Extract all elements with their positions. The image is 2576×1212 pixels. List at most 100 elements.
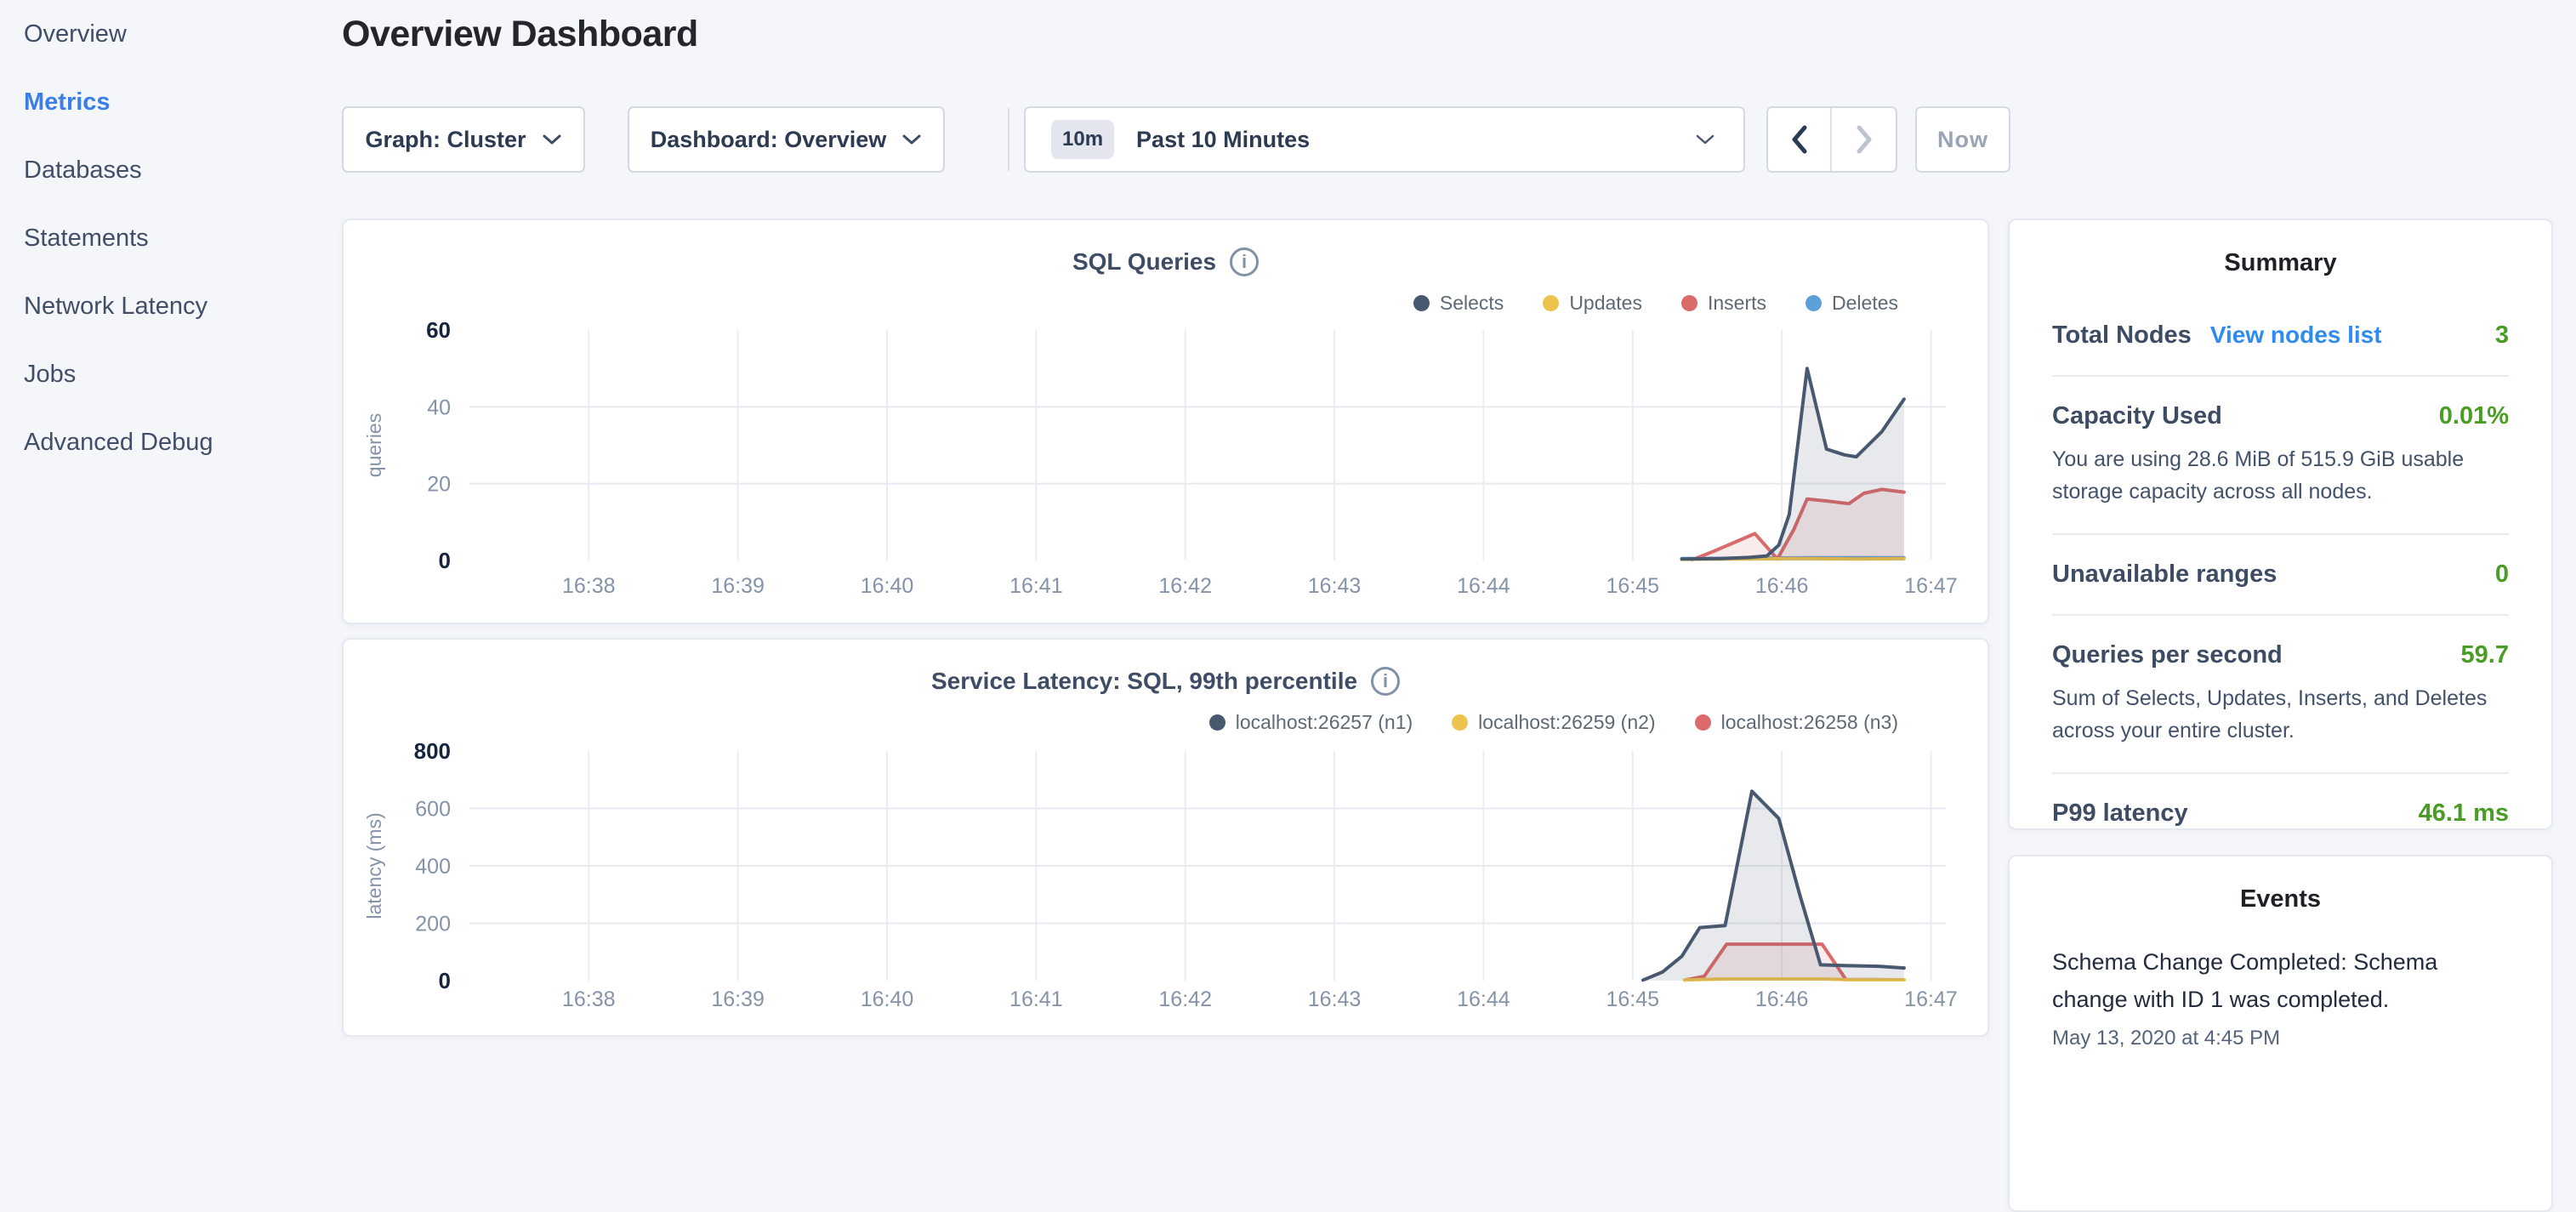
- series-dot: [1805, 295, 1822, 311]
- legend-label: Inserts: [1708, 292, 1766, 315]
- svg-text:16:44: 16:44: [1457, 574, 1510, 598]
- chevron-down-icon: [542, 133, 562, 146]
- sidebar-item-advanced-debug[interactable]: Advanced Debug: [0, 408, 342, 476]
- sidebar-item-databases[interactable]: Databases: [0, 136, 342, 204]
- svg-text:40: 40: [427, 395, 451, 419]
- sidebar-item-metrics[interactable]: Metrics: [0, 68, 342, 136]
- dashboard-dropdown[interactable]: Dashboard: Overview: [628, 106, 945, 173]
- svg-text:16:45: 16:45: [1606, 987, 1659, 1011]
- view-nodes-list-link[interactable]: View nodes list: [2210, 321, 2382, 349]
- svg-text:queries: queries: [363, 413, 385, 477]
- summary-description: Sum of Selects, Updates, Inserts, and De…: [2052, 683, 2509, 747]
- svg-text:16:41: 16:41: [1009, 574, 1063, 598]
- chart-legend: localhost:26257 (n1) localhost:26259 (n2…: [1209, 711, 1898, 734]
- now-button[interactable]: Now: [1915, 106, 2010, 173]
- svg-text:0: 0: [439, 548, 451, 573]
- svg-text:16:46: 16:46: [1755, 574, 1809, 598]
- sidebar-item-statements[interactable]: Statements: [0, 204, 342, 272]
- summary-label: Total Nodes: [2052, 321, 2192, 350]
- summary-value: 46.1 ms: [2419, 799, 2509, 828]
- svg-text:16:45: 16:45: [1606, 574, 1659, 598]
- summary-label: Capacity Used: [2052, 402, 2222, 430]
- svg-text:16:40: 16:40: [861, 987, 914, 1011]
- dashboard-dropdown-label: Dashboard: Overview: [651, 127, 887, 153]
- svg-text:16:40: 16:40: [861, 574, 914, 598]
- legend-label: localhost:26259 (n2): [1478, 711, 1655, 734]
- sidebar-item-network-latency[interactable]: Network Latency: [0, 272, 342, 340]
- svg-text:16:38: 16:38: [562, 574, 616, 598]
- summary-value: 3: [2495, 321, 2509, 350]
- summary-value: 0: [2495, 560, 2509, 589]
- sidebar-item-jobs[interactable]: Jobs: [0, 340, 342, 408]
- svg-text:16:44: 16:44: [1457, 987, 1510, 1011]
- legend-item-n1[interactable]: localhost:26257 (n1): [1209, 711, 1413, 734]
- legend-label: Deletes: [1832, 292, 1898, 315]
- summary-label: Unavailable ranges: [2052, 560, 2277, 589]
- series-dot: [1681, 295, 1697, 311]
- summary-value: 59.7: [2461, 641, 2509, 669]
- legend-label: Updates: [1569, 292, 1642, 315]
- summary-row-p99-latency: P99 latency 46.1 ms: [2052, 774, 2509, 853]
- info-icon[interactable]: i: [1230, 248, 1259, 276]
- page-title: Overview Dashboard: [342, 14, 698, 55]
- legend-label: Selects: [1440, 292, 1504, 315]
- series-dot: [1413, 295, 1430, 311]
- time-forward-button[interactable]: [1832, 108, 1896, 171]
- series-dot: [1543, 295, 1559, 311]
- svg-text:16:38: 16:38: [562, 987, 616, 1011]
- time-range-select[interactable]: 10m Past 10 Minutes: [1024, 106, 1745, 173]
- summary-label: Queries per second: [2052, 641, 2283, 669]
- legend-item-n2[interactable]: localhost:26259 (n2): [1452, 711, 1655, 734]
- svg-text:latency (ms): latency (ms): [363, 812, 385, 919]
- time-back-button[interactable]: [1768, 108, 1832, 171]
- service-latency-chart-canvas[interactable]: 16:3816:3916:4016:4116:4216:4316:4416:45…: [344, 640, 1987, 1035]
- legend-item-updates[interactable]: Updates: [1543, 292, 1642, 315]
- event-timestamp: May 13, 2020 at 4:45 PM: [2010, 1027, 2551, 1050]
- events-title: Events: [2010, 885, 2551, 913]
- legend-item-n3[interactable]: localhost:26258 (n3): [1695, 711, 1898, 734]
- service-latency-chart-card: Service Latency: SQL, 99th percentile i …: [342, 638, 1989, 1037]
- svg-text:200: 200: [415, 913, 451, 936]
- sidebar: Overview Metrics Databases Statements Ne…: [0, 0, 342, 476]
- chevron-right-icon: [1854, 124, 1874, 155]
- svg-text:60: 60: [426, 317, 451, 343]
- sql-queries-chart-canvas[interactable]: 16:3816:3916:4016:4116:4216:4316:4416:45…: [344, 220, 1987, 623]
- time-range-label: Past 10 Minutes: [1136, 127, 1310, 153]
- summary-label: P99 latency: [2052, 799, 2188, 828]
- chart-title: Service Latency: SQL, 99th percentile: [931, 668, 1357, 695]
- svg-text:16:46: 16:46: [1755, 987, 1809, 1011]
- summary-title: Summary: [2010, 249, 2551, 277]
- events-panel: Events Schema Change Completed: Schema c…: [2008, 855, 2553, 1212]
- toolbar-divider: [1008, 108, 1009, 171]
- info-icon[interactable]: i: [1371, 667, 1400, 696]
- summary-row-queries-per-second: Queries per second 59.7 Sum of Selects, …: [2052, 616, 2509, 774]
- svg-text:800: 800: [414, 738, 451, 764]
- legend-label: localhost:26258 (n3): [1721, 711, 1898, 734]
- svg-text:400: 400: [415, 855, 451, 879]
- summary-row-capacity-used: Capacity Used 0.01% You are using 28.6 M…: [2052, 377, 2509, 535]
- svg-text:16:39: 16:39: [711, 987, 765, 1011]
- svg-text:16:39: 16:39: [711, 574, 765, 598]
- svg-text:600: 600: [415, 798, 451, 822]
- summary-description: You are using 28.6 MiB of 515.9 GiB usab…: [2052, 444, 2509, 508]
- svg-text:0: 0: [439, 968, 451, 993]
- graph-dropdown[interactable]: Graph: Cluster: [342, 106, 585, 173]
- time-range-badge: 10m: [1051, 120, 1114, 159]
- summary-panel: Summary Total Nodes View nodes list 3 Ca…: [2008, 219, 2553, 830]
- time-nav-group: [1766, 106, 1897, 173]
- chart-legend: Selects Updates Inserts Deletes: [1413, 292, 1898, 315]
- series-dot: [1695, 714, 1711, 731]
- sidebar-item-overview[interactable]: Overview: [0, 0, 342, 68]
- legend-label: localhost:26257 (n1): [1236, 711, 1413, 734]
- graph-dropdown-label: Graph: Cluster: [365, 127, 526, 153]
- chevron-left-icon: [1789, 124, 1810, 155]
- summary-row-total-nodes: Total Nodes View nodes list 3: [2052, 296, 2509, 377]
- chart-title: SQL Queries: [1072, 248, 1216, 276]
- series-dot: [1452, 714, 1468, 731]
- event-message[interactable]: Schema Change Completed: Schema change w…: [2010, 944, 2551, 1018]
- legend-item-deletes[interactable]: Deletes: [1805, 292, 1898, 315]
- legend-item-inserts[interactable]: Inserts: [1681, 292, 1766, 315]
- legend-item-selects[interactable]: Selects: [1413, 292, 1504, 315]
- chevron-down-icon: [901, 133, 922, 146]
- chevron-down-icon: [1694, 132, 1716, 147]
